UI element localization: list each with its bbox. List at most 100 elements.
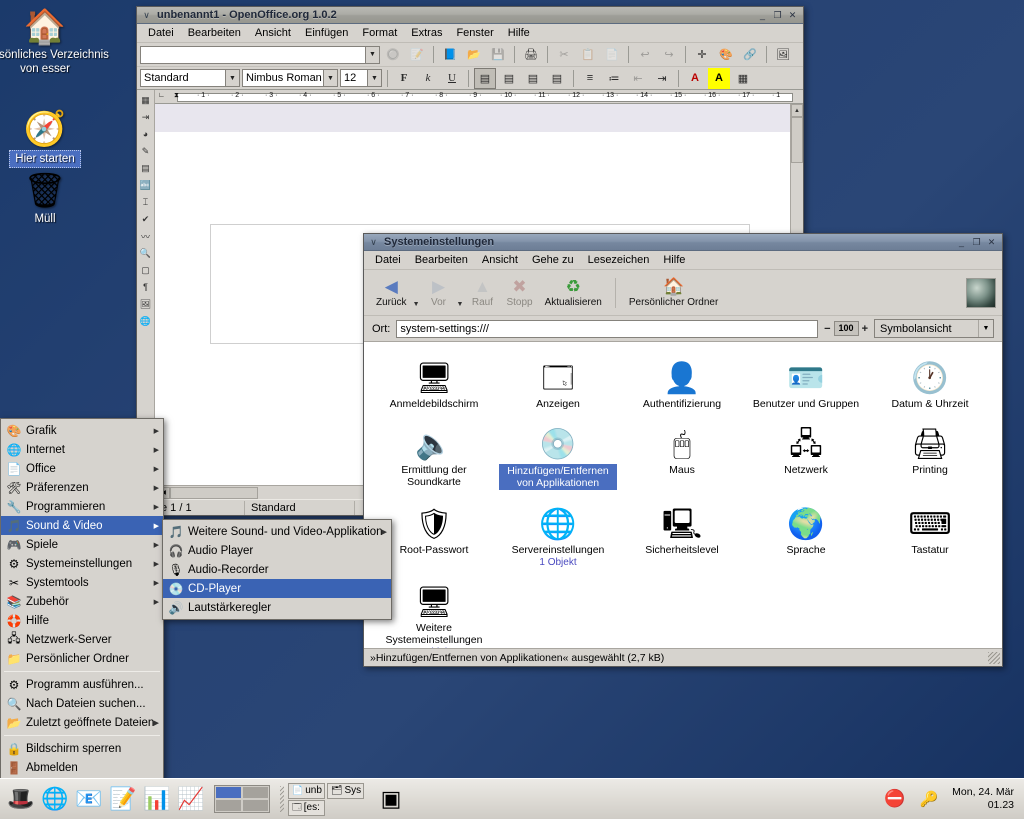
find-replace-icon[interactable]: 🔍: [138, 245, 154, 261]
load-url-button[interactable]: 🔘: [382, 44, 404, 65]
window-button-system-settings[interactable]: 🗂 Sys: [327, 783, 364, 799]
launcher-mail-client[interactable]: 📧: [72, 782, 106, 816]
menu-item-abmelden[interactable]: 🚪Abmelden: [1, 758, 163, 777]
launcher-chart-tool[interactable]: 📈: [174, 782, 208, 816]
menu-item-cd-player[interactable]: 💿CD-Player: [163, 579, 391, 598]
menu-item-grafik[interactable]: 🎨Grafik▶: [1, 421, 163, 440]
horizontal-ruler[interactable]: ∟ ⧗ · 1 · · 2 · · 3 · · 4 · · 5 · · 6 · …: [155, 90, 803, 104]
system-tray[interactable]: ⛔ 🔑 Mon, 24. Mär 01.23: [884, 786, 1020, 812]
print-button[interactable]: 🖨: [520, 44, 542, 65]
desktop-icon-start-here[interactable]: 🧭 Hier starten: [0, 110, 110, 168]
up-button[interactable]: ▲ Rauf: [464, 278, 500, 308]
desktop-icon-trash[interactable]: 🗑 Müll: [0, 172, 110, 226]
open-file-button[interactable]: 📂: [463, 44, 485, 65]
menu-item-zubeh-r[interactable]: 📚Zubehör▶: [1, 592, 163, 611]
close-button[interactable]: ✕: [786, 9, 799, 22]
insert-object-icon[interactable]: ◕: [138, 126, 154, 142]
paragraph-style-combo[interactable]: Standard ▼: [140, 69, 240, 87]
menu-item-systemeinstellungen[interactable]: ⚙Systemeinstellungen▶: [1, 554, 163, 573]
autospell-icon[interactable]: 〰: [138, 228, 154, 244]
scroll-thumb[interactable]: [791, 117, 803, 163]
forward-history-dropdown[interactable]: ▼: [457, 301, 464, 308]
openoffice-function-bar[interactable]: ▼ 🔘 📝 📘 📂 💾 🖨 ✂ 📋 📄 ↩ ↪ ✛ 🎨 🔗 🖼: [137, 43, 803, 67]
settings-item-2[interactable]: 👤Authentifizierung: [620, 348, 744, 414]
background-color-button[interactable]: ▦: [732, 68, 754, 89]
menu-hilfe[interactable]: Hilfe: [656, 252, 692, 268]
gallery-button[interactable]: 🖼: [772, 44, 794, 65]
menu-item-spiele[interactable]: 🎮Spiele▶: [1, 535, 163, 554]
forward-button[interactable]: ▶ Vor: [421, 278, 457, 308]
workspace-1[interactable]: [215, 786, 242, 799]
resize-grip[interactable]: [988, 652, 1000, 664]
save-button[interactable]: 💾: [487, 44, 509, 65]
menu-item-hilfe[interactable]: 🛟Hilfe: [1, 611, 163, 630]
view-mode-select[interactable]: Symbolansicht ▼: [874, 319, 994, 338]
key-icon[interactable]: 🔑: [919, 790, 938, 808]
launcher-start-menu[interactable]: 🎩: [4, 782, 38, 816]
openoffice-titlebar[interactable]: ∨ unbenannt1 - OpenOffice.org 1.0.2 _ ❐ …: [137, 7, 803, 24]
desktop-icon-home[interactable]: 🏠 Persönliches Verzeichnis von esser: [0, 8, 110, 76]
bold-button[interactable]: F: [393, 68, 415, 89]
menu-gehe-zu[interactable]: Gehe zu: [525, 252, 581, 268]
font-size-combo[interactable]: 12 ▼: [340, 69, 382, 87]
menu-item-systemtools[interactable]: ✂Systemtools▶: [1, 573, 163, 592]
chevron-down-icon[interactable]: ▼: [978, 320, 993, 337]
menu-extras[interactable]: Extras: [404, 25, 449, 41]
settings-item-7[interactable]: 🖱Maus: [620, 414, 744, 494]
settings-item-12[interactable]: 🖳Sicherheitslevel: [620, 494, 744, 572]
zoom-in-button[interactable]: +: [862, 323, 868, 335]
settings-icon-view[interactable]: 🖥Anmeldebildschirm🗔Anzeigen👤Authentifizi…: [364, 342, 1002, 648]
openoffice-object-bar[interactable]: Standard ▼ Nimbus Roman ▼ 12 ▼ F k U ▤ ▤…: [137, 67, 803, 90]
menu-item-programm-ausf-hren[interactable]: ⚙Programm ausführen...: [1, 675, 163, 694]
location-bar[interactable]: Ort: − 100 + Symbolansicht ▼: [364, 316, 1002, 342]
menu-item-programmieren[interactable]: 🔧Programmieren▶: [1, 497, 163, 516]
menu-item-nach-dateien-suchen[interactable]: 🔍Nach Dateien suchen...: [1, 694, 163, 713]
chevron-down-icon[interactable]: ▼: [365, 47, 379, 63]
sound-video-submenu[interactable]: 🎵Weitere Sound- und Video-Applikationen▶…: [162, 519, 392, 620]
menu-item-audio-recorder[interactable]: 🎙Audio-Recorder: [163, 560, 391, 579]
menu-fenster[interactable]: Fenster: [449, 25, 500, 41]
menu-lesezeichen[interactable]: Lesezeichen: [581, 252, 657, 268]
italic-button[interactable]: k: [417, 68, 439, 89]
menu-ansicht[interactable]: Ansicht: [475, 252, 525, 268]
menu-item-netzwerk-server[interactable]: 🖧Netzwerk-Server: [1, 630, 163, 649]
menu-item-sound-video[interactable]: 🎵Sound & Video▶: [1, 516, 163, 535]
chevron-down-icon[interactable]: ▼: [367, 70, 381, 86]
menu-item-zuletzt-ge-ffnete-dateien[interactable]: 📂Zuletzt geöffnete Dateien▶: [1, 713, 163, 732]
paste-button[interactable]: 📄: [601, 44, 623, 65]
underline-button[interactable]: U: [441, 68, 463, 89]
menu-item-internet[interactable]: 🌐Internet▶: [1, 440, 163, 459]
stop-button[interactable]: ✖ Stopp: [500, 278, 538, 308]
menu-item-lautst-rkeregler[interactable]: 🔊Lautstärkeregler: [163, 598, 391, 617]
launcher-presentation[interactable]: 📊: [140, 782, 174, 816]
cut-button[interactable]: ✂: [553, 44, 575, 65]
taskbar[interactable]: 🎩 🌐 📧 📝 📊 📈 📄 unb 🗔 [es: 🗂 Sys ▣: [0, 778, 1024, 819]
clock[interactable]: Mon, 24. Mär 01.23: [952, 786, 1014, 812]
highlight-button[interactable]: A: [708, 68, 730, 89]
menu-hilfe[interactable]: Hilfe: [501, 25, 537, 41]
settings-item-1[interactable]: 🗔Anzeigen: [496, 348, 620, 414]
home-button[interactable]: 🏠 Persönlicher Ordner: [623, 278, 724, 308]
stylist-button[interactable]: 🎨: [715, 44, 737, 65]
workspace-3[interactable]: [215, 799, 242, 812]
minimize-button[interactable]: _: [756, 9, 769, 22]
font-name-combo[interactable]: Nimbus Roman ▼: [242, 69, 338, 87]
new-document-button[interactable]: 📘: [439, 44, 461, 65]
navigator-button[interactable]: ✛: [691, 44, 713, 65]
pilcrow-icon[interactable]: ¶: [138, 279, 154, 295]
system-settings-window[interactable]: ∨ Systemeinstellungen _ ❐ ✕ Datei Bearbe…: [363, 233, 1003, 667]
settings-item-4[interactable]: 🕐Datum & Uhrzeit: [868, 348, 992, 414]
close-button[interactable]: ✕: [985, 236, 998, 249]
openoffice-menubar[interactable]: Datei Bearbeiten Ansicht Einfügen Format…: [137, 24, 803, 43]
window-button-terminal[interactable]: 🗔 [es:: [288, 800, 325, 816]
system-settings-menubar[interactable]: Datei Bearbeiten Ansicht Gehe zu Lesezei…: [364, 251, 1002, 270]
spellcheck-icon[interactable]: ✔: [138, 211, 154, 227]
edit-file-button[interactable]: 📝: [406, 44, 428, 65]
minimize-button[interactable]: _: [955, 236, 968, 249]
settings-item-8[interactable]: 🖧Netzwerk: [744, 414, 868, 494]
increase-indent-button[interactable]: ⇥: [651, 68, 673, 89]
menu-item-audio-player[interactable]: 🎧Audio Player: [163, 541, 391, 560]
autotext-icon[interactable]: 🔤: [138, 177, 154, 193]
settings-icon-grid[interactable]: 🖥Anmeldebildschirm🗔Anzeigen👤Authentifizi…: [364, 348, 1002, 648]
insert-frame-icon[interactable]: ✎: [138, 143, 154, 159]
